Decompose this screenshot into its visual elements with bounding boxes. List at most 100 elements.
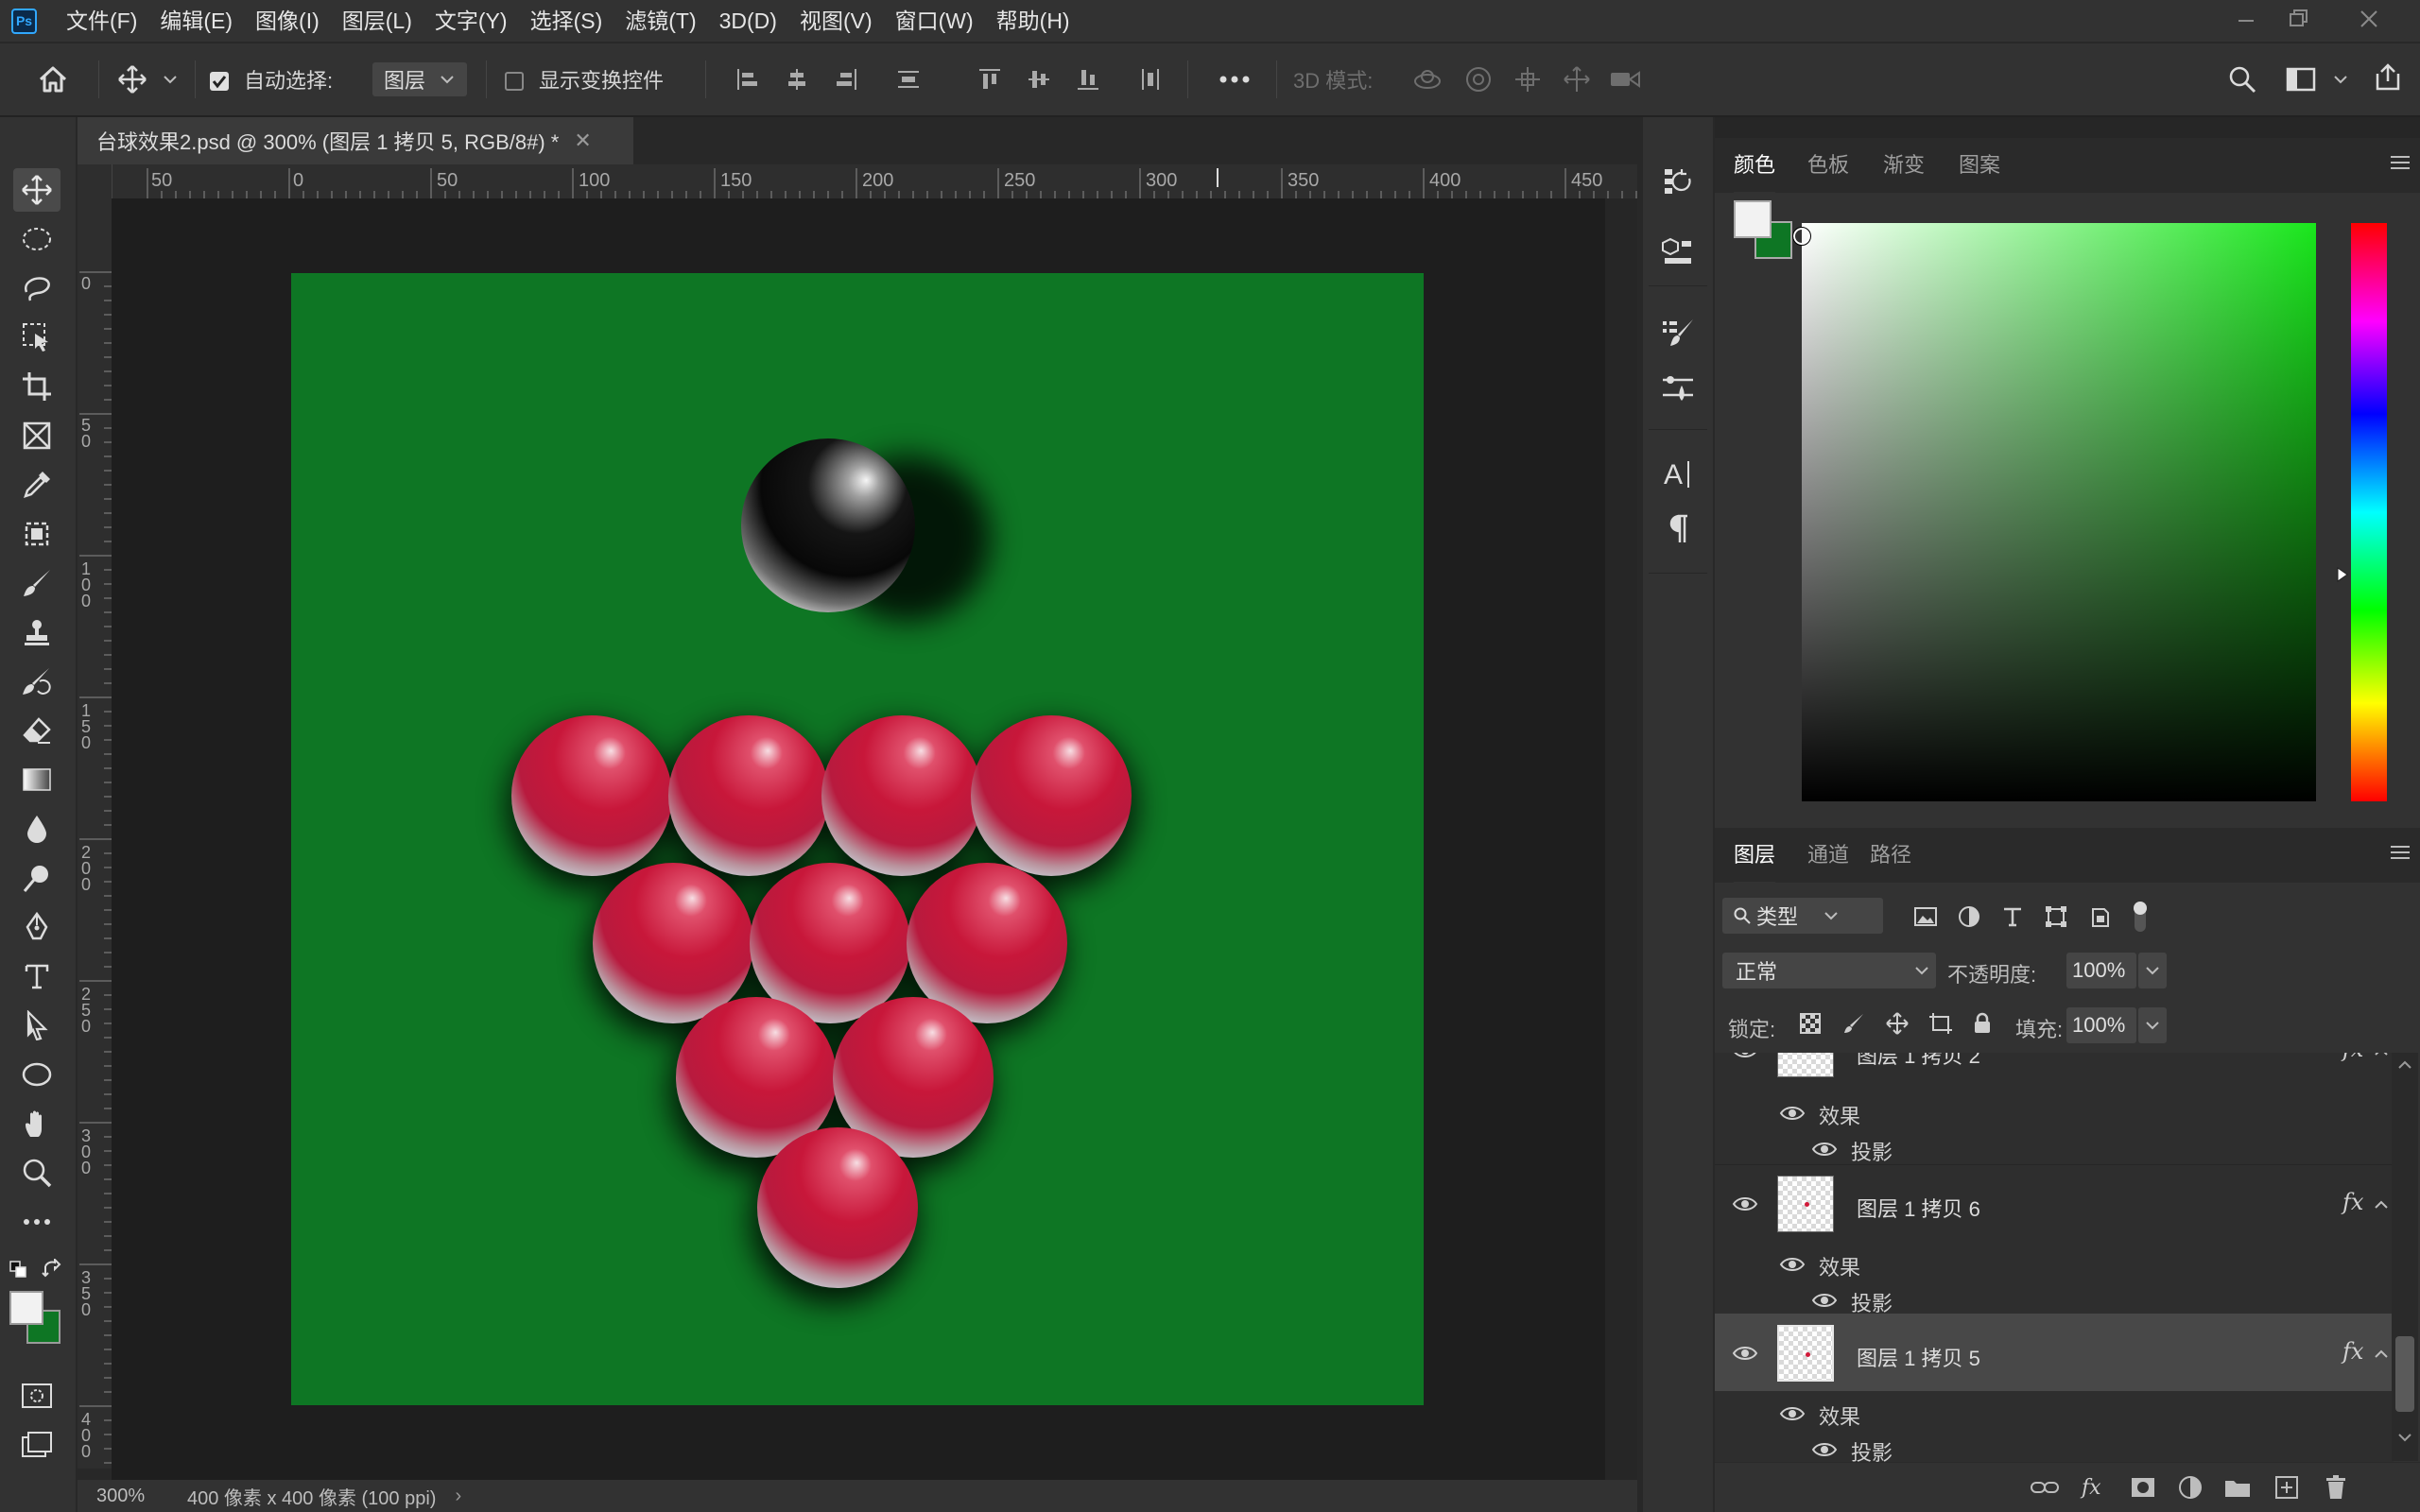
adjustments-panel-button[interactable] — [1654, 365, 1702, 412]
delete-layer-button[interactable] — [2322, 1474, 2350, 1501]
clone-stamp-tool[interactable] — [13, 610, 60, 654]
filter-smart-object-button[interactable] — [2085, 903, 2114, 930]
tab-layers[interactable]: 图层 — [1734, 828, 1776, 884]
layers-scrollbar[interactable] — [2392, 1053, 2418, 1461]
pen-tool[interactable] — [13, 905, 60, 949]
fill-slider-button[interactable] — [2138, 1007, 2167, 1043]
3d-panel-button[interactable] — [1654, 229, 1702, 276]
visibility-eye-icon[interactable] — [1779, 1404, 1806, 1423]
canvas-pasteboard[interactable] — [112, 198, 1605, 1480]
spot-healing-tool[interactable] — [13, 512, 60, 556]
lock-position-button[interactable] — [1883, 1009, 1911, 1038]
dodge-tool[interactable] — [13, 856, 60, 900]
search-button[interactable] — [2221, 60, 2263, 98]
visibility-eye-icon[interactable] — [1732, 1344, 1758, 1363]
visibility-eye-icon[interactable] — [1811, 1440, 1838, 1459]
3d-scale-button[interactable] — [1605, 62, 1647, 96]
blend-mode-dropdown[interactable]: 正常 — [1722, 953, 1936, 988]
tab-channels[interactable]: 通道 — [1807, 828, 1849, 883]
brush-settings-button[interactable] — [1654, 310, 1702, 357]
menu-file[interactable]: 文件(F) — [55, 0, 148, 42]
tab-patterns[interactable]: 图案 — [1959, 138, 2000, 193]
quick-mask-button[interactable] — [13, 1374, 60, 1418]
marquee-tool[interactable] — [13, 217, 60, 261]
3d-roll-button[interactable] — [1460, 62, 1497, 96]
align-bottom-button[interactable] — [1072, 62, 1104, 96]
scrollbar-thumb[interactable] — [2395, 1336, 2414, 1412]
layer-effects-icon[interactable]: fx — [2342, 1338, 2363, 1365]
shape-tool[interactable] — [13, 1053, 60, 1096]
show-transform-checkbox[interactable] — [503, 70, 526, 93]
layer-name[interactable]: 图层 1 拷贝 2 — [1857, 1053, 1980, 1070]
frame-tool[interactable] — [13, 414, 60, 457]
object-select-tool[interactable] — [13, 316, 60, 359]
canvas-vertical-scrollbar[interactable] — [1605, 198, 1637, 1480]
tab-paths[interactable]: 路径 — [1870, 828, 1911, 883]
layer-item[interactable]: 图层 1 拷贝 6 fx 效果 投影 — [1715, 1164, 2394, 1315]
history-brush-tool[interactable] — [13, 660, 60, 703]
distribute-horizontal-button[interactable] — [1134, 62, 1167, 96]
hand-tool[interactable] — [13, 1102, 60, 1145]
eraser-tool[interactable] — [13, 709, 60, 752]
blur-tool[interactable] — [13, 807, 60, 850]
more-options-button[interactable] — [1214, 62, 1255, 96]
menu-view[interactable]: 视图(V) — [788, 0, 884, 42]
restore-button[interactable] — [2271, 0, 2327, 38]
lasso-tool[interactable] — [13, 266, 60, 310]
close-tab-icon[interactable]: ✕ — [574, 129, 591, 153]
visibility-eye-icon[interactable] — [1811, 1291, 1838, 1310]
tool-preset-dropdown[interactable] — [161, 70, 180, 89]
saturation-brightness-field[interactable] — [1802, 223, 2316, 801]
new-layer-button[interactable] — [2273, 1474, 2301, 1501]
new-group-button[interactable] — [2223, 1474, 2252, 1501]
color-panel-menu-button[interactable] — [2390, 155, 2411, 170]
visibility-eye-icon[interactable] — [1779, 1255, 1806, 1274]
tab-color[interactable]: 颜色 — [1734, 138, 1776, 194]
default-colors-button[interactable] — [9, 1261, 28, 1280]
layer-item[interactable]: 图层 1 拷贝 2 fx 效果 投影 — [1715, 1053, 2394, 1165]
visibility-eye-icon[interactable] — [1811, 1140, 1838, 1159]
chevron-up-icon[interactable] — [2375, 1349, 2388, 1359]
tab-gradients[interactable]: 渐变 — [1883, 138, 1925, 193]
menu-help[interactable]: 帮助(H) — [985, 0, 1081, 42]
move-tool[interactable] — [13, 168, 60, 212]
close-window-button[interactable] — [2341, 0, 2397, 38]
visibility-eye-icon[interactable] — [1732, 1053, 1758, 1060]
visibility-eye-icon[interactable] — [1779, 1104, 1806, 1123]
opacity-slider-button[interactable] — [2138, 953, 2167, 988]
document-tab[interactable]: 台球效果2.psd @ 300% (图层 1 拷贝 5, RGB/8#) * ✕ — [78, 117, 633, 164]
3d-orbit-button[interactable] — [1409, 62, 1446, 96]
layer-item-selected[interactable]: 图层 1 拷贝 5 fx — [1715, 1314, 2394, 1391]
add-mask-button[interactable] — [2129, 1474, 2157, 1501]
document-canvas[interactable] — [112, 198, 1605, 1480]
auto-select-checkbox[interactable] — [208, 70, 231, 93]
workspace-dropdown[interactable] — [2331, 70, 2350, 89]
add-layer-style-button[interactable]: fx — [2080, 1474, 2108, 1501]
type-tool[interactable] — [13, 954, 60, 998]
tab-swatches[interactable]: 色板 — [1807, 138, 1849, 193]
filter-pixel-button[interactable] — [1911, 903, 1940, 930]
minimize-button[interactable] — [2218, 0, 2274, 38]
auto-select-target-dropdown[interactable]: 图层 — [372, 62, 467, 96]
filter-adjustment-button[interactable] — [1955, 903, 1983, 930]
hue-slider[interactable] — [2351, 223, 2387, 801]
align-top-button[interactable] — [974, 62, 1006, 96]
align-right-button[interactable] — [830, 62, 862, 96]
chevron-right-icon[interactable]: › — [455, 1486, 461, 1507]
character-panel-button[interactable]: A — [1654, 450, 1702, 497]
layer-filter-dropdown[interactable]: 类型 — [1722, 898, 1883, 934]
layer-name[interactable]: 图层 1 拷贝 5 — [1857, 1342, 1980, 1372]
screen-mode-button[interactable] — [13, 1423, 60, 1467]
foreground-color-swatch[interactable] — [9, 1291, 43, 1325]
layer-effects-icon[interactable]: fx — [2342, 1053, 2363, 1062]
lock-all-button[interactable] — [1968, 1009, 1996, 1038]
align-hcenter-button[interactable] — [781, 62, 813, 96]
share-button[interactable] — [2367, 59, 2409, 96]
menu-image[interactable]: 图像(I) — [244, 0, 331, 42]
brush-tool[interactable] — [13, 561, 60, 605]
visibility-eye-icon[interactable] — [1732, 1194, 1758, 1213]
panel-foreground-color-swatch[interactable] — [1734, 200, 1772, 238]
lock-transparent-button[interactable] — [1796, 1009, 1824, 1038]
history-panel-button[interactable] — [1654, 159, 1702, 206]
chevron-up-icon[interactable] — [2375, 1053, 2388, 1057]
